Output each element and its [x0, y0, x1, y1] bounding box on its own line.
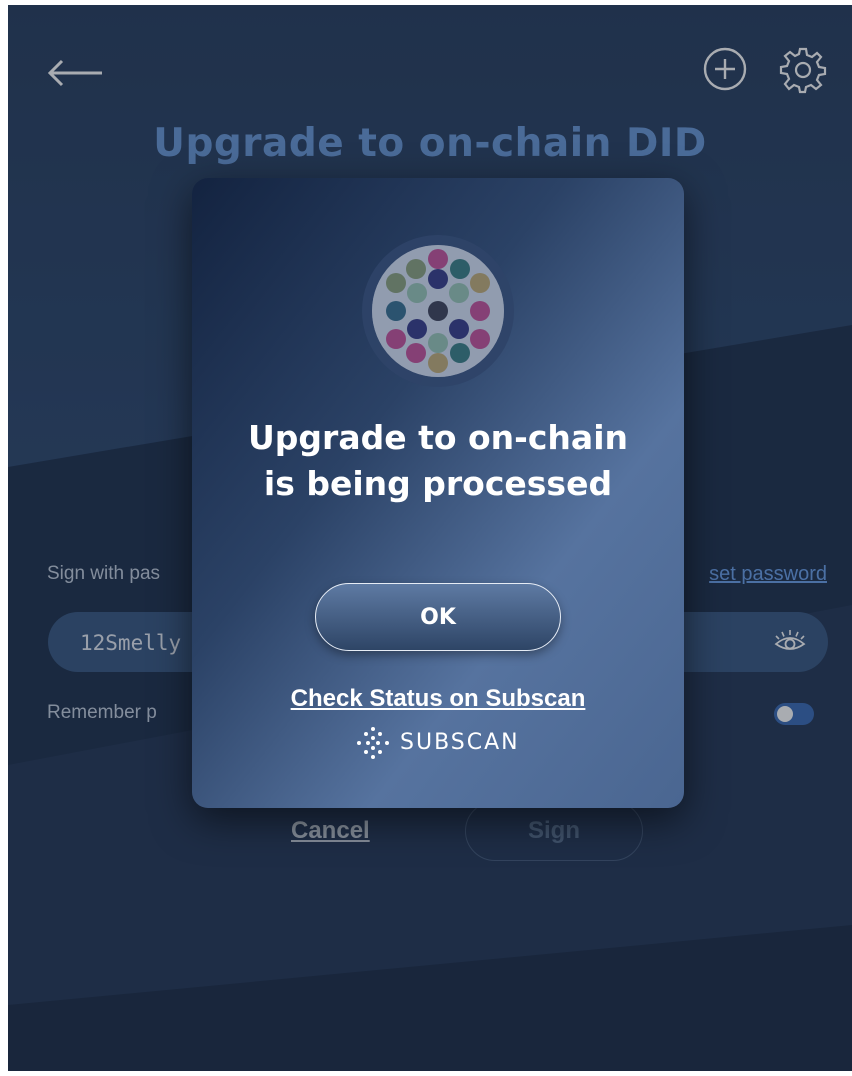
processing-modal: Upgrade to on-chain is being processed O…	[192, 178, 684, 808]
ok-button[interactable]: OK	[315, 583, 561, 651]
subscan-logo-icon	[357, 727, 389, 759]
modal-title: Upgrade to on-chain is being processed	[248, 418, 628, 503]
check-status-link[interactable]: Check Status on Subscan	[192, 685, 684, 713]
identicon-avatar	[362, 235, 514, 387]
app-window: Upgrade to on-chain DID F o Sign with pa…	[8, 5, 852, 1071]
subscan-wordmark: SUBSCAN	[400, 730, 520, 755]
subscan-logo[interactable]: SUBSCAN	[356, 724, 526, 764]
